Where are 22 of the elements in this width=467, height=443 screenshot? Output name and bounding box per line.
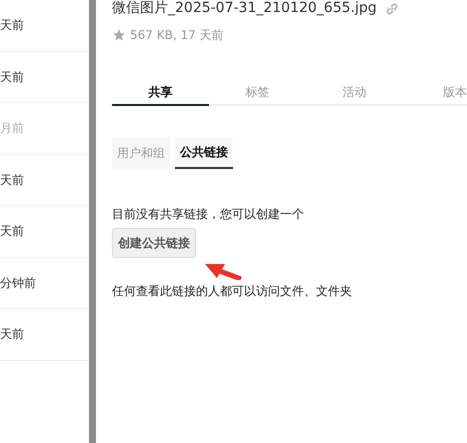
empty-message: 目前没有共享链接，您可以创建一个 <box>112 206 305 223</box>
modified-time: 天前 <box>0 223 24 240</box>
modified-time: 天前 <box>0 17 24 34</box>
file-name: 微信图片_2025-07-31_210120_655.jpg <box>112 0 377 17</box>
tab[interactable]: 版本 <box>403 80 467 106</box>
tab[interactable]: 活动 <box>306 80 403 106</box>
modified-time: 月前 <box>0 120 24 138</box>
sub-tab[interactable]: 公共链接 <box>175 137 233 169</box>
tab[interactable]: 共享 <box>112 80 209 106</box>
tab[interactable]: 标签 <box>209 80 306 106</box>
modified-time: 分钟前 <box>0 274 36 292</box>
modified-time: 天前 <box>0 68 24 86</box>
link-icon[interactable] <box>384 2 399 16</box>
file-meta: 567 KB, 17 天前 <box>130 27 224 44</box>
create-link-button[interactable]: 创建公共链接 <box>112 228 196 258</box>
hint-text: 任何查看此链接的人都可以访问文件、文件夹 <box>112 283 353 300</box>
splitter-bar[interactable] <box>89 0 96 443</box>
modified-time: 天前 <box>0 326 24 344</box>
modified-time: 天前 <box>0 172 24 189</box>
star-icon[interactable] <box>112 28 126 42</box>
arrow-annotation <box>203 262 243 280</box>
sub-tab[interactable]: 用户和组 <box>112 137 170 169</box>
